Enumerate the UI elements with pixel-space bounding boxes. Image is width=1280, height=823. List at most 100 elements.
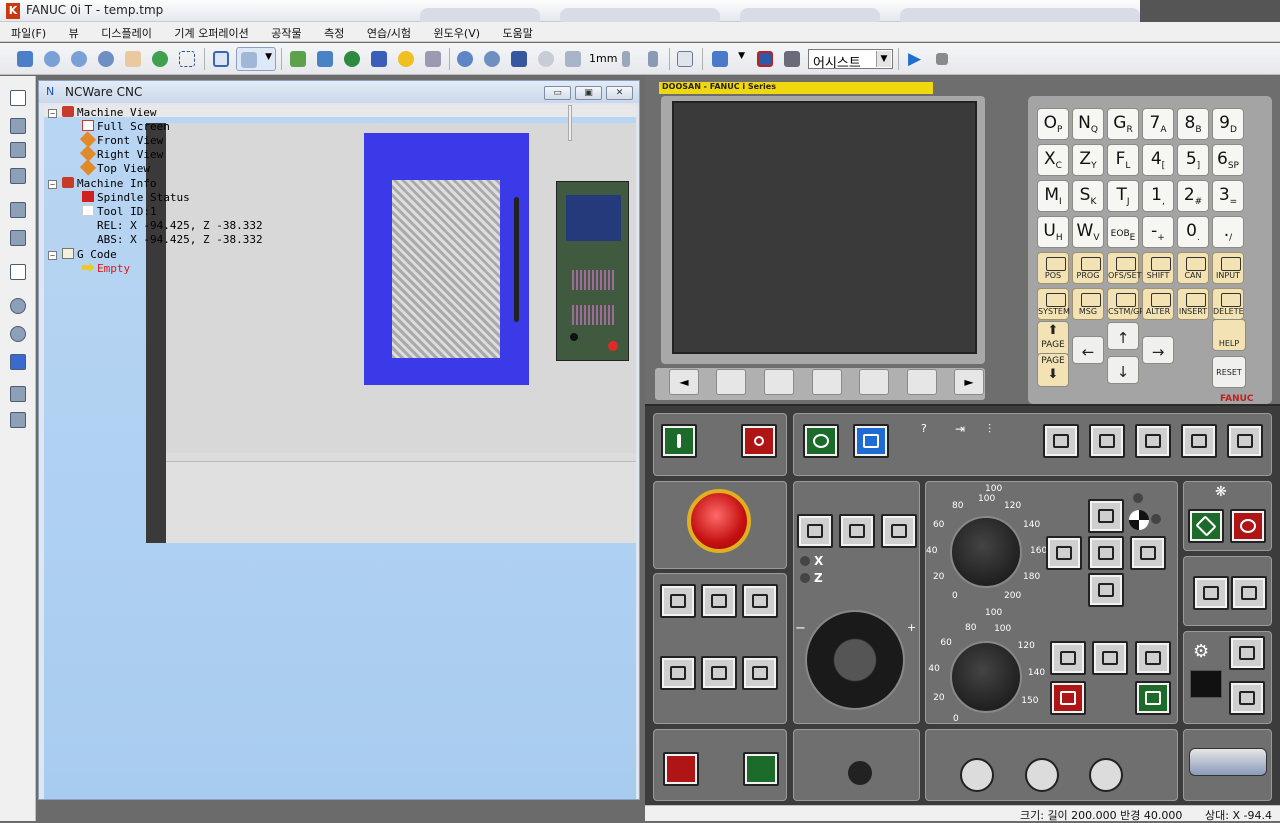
ref-return-button[interactable] [1227, 424, 1263, 458]
cut-icon[interactable] [8, 410, 28, 430]
key-1[interactable]: OP [1037, 108, 1069, 140]
key-19[interactable]: UH [1037, 216, 1069, 248]
cycle-start-button[interactable] [1188, 509, 1224, 543]
func-key-9[interactable]: CSTM/GR [1107, 288, 1145, 320]
jog-minus-z-button[interactable] [1046, 536, 1082, 570]
jog-minus-x-button[interactable] [1088, 573, 1124, 607]
tree-item-right-view[interactable]: Right View [79, 145, 163, 162]
func-key-6[interactable]: INPUT [1212, 252, 1244, 284]
key-23[interactable]: 0. [1177, 216, 1209, 248]
close-button[interactable]: ✕ [606, 86, 633, 100]
key-4[interactable]: 7A [1142, 108, 1174, 140]
manual-pulse-handwheel[interactable] [805, 610, 905, 710]
key-16[interactable]: 1, [1142, 180, 1174, 212]
key-15[interactable]: TJ [1107, 180, 1139, 212]
selector-knob-1[interactable] [960, 758, 994, 792]
tree-item-front-view[interactable]: Front View [79, 131, 163, 148]
aux-button-4[interactable] [660, 656, 696, 690]
collapse-toggle[interactable]: − [48, 109, 57, 118]
panel-icon[interactable] [8, 352, 28, 372]
func-key-3[interactable]: OFS/SET [1107, 252, 1142, 284]
softkey-5[interactable] [907, 369, 937, 395]
func-key-2[interactable]: PROG [1072, 252, 1104, 284]
cylinder-cut-icon[interactable] [480, 47, 504, 71]
key-10[interactable]: 4[ [1142, 144, 1174, 176]
spindle-increase-button[interactable] [1135, 681, 1171, 715]
func-key-7[interactable]: SYSTEM [1037, 288, 1070, 320]
door-handle[interactable] [514, 197, 519, 322]
key-13[interactable]: MI [1037, 180, 1069, 212]
jog-plus-x-button[interactable] [1088, 499, 1124, 533]
feed-override-dial[interactable] [950, 516, 1022, 588]
collapse-toggle[interactable]: − [48, 180, 57, 189]
menu-measure[interactable]: 측정 [313, 22, 352, 41]
snap-1mm-button[interactable]: 1mm [586, 47, 617, 71]
view-front-icon[interactable] [8, 140, 28, 160]
func-key-10[interactable]: ALTER [1142, 288, 1174, 320]
window-controls[interactable] [1140, 0, 1280, 22]
cursor-left-button[interactable]: ← [1072, 336, 1104, 364]
menu-file[interactable]: 파일(F) [0, 22, 54, 41]
softkey-right[interactable]: ► [954, 369, 984, 395]
menu-machine-operation[interactable]: 기계 오퍼레이션 [163, 22, 256, 41]
zoom-fit-icon[interactable] [94, 47, 118, 71]
misc-button-2[interactable] [1231, 576, 1267, 610]
tree-item-g-code[interactable]: G Code [62, 248, 117, 262]
aux-button-1[interactable] [660, 584, 696, 618]
softkey-4[interactable] [859, 369, 889, 395]
cursor-down-button[interactable]: ↓ [1107, 356, 1139, 384]
power-off-button[interactable] [741, 424, 777, 458]
edit-mode-button[interactable] [1043, 424, 1079, 458]
softkey-1[interactable] [716, 369, 746, 395]
key-24[interactable]: ./ [1212, 216, 1244, 248]
cursor-right-button[interactable]: → [1142, 336, 1174, 364]
single-block-icon[interactable]: ⇥ [955, 422, 977, 440]
rapid-override-dial[interactable] [950, 641, 1022, 713]
tool-path-icon[interactable] [8, 384, 28, 404]
emergency-stop-button[interactable] [687, 489, 751, 553]
key-7[interactable]: XC [1037, 144, 1069, 176]
maximize-button[interactable]: ▣ [575, 86, 602, 100]
tool-select-dropdown[interactable]: ▼ [236, 47, 276, 71]
record-icon[interactable] [753, 47, 777, 71]
key-9[interactable]: FL [1107, 144, 1139, 176]
memory-mode-button[interactable] [1089, 424, 1125, 458]
rapid-button[interactable] [1088, 536, 1124, 570]
tool-change-button[interactable] [1229, 681, 1265, 715]
cylinder-icon[interactable] [453, 47, 477, 71]
key-21[interactable]: EOBE [1107, 216, 1139, 248]
door-close-button[interactable] [663, 752, 699, 786]
tool-index-button[interactable] [1229, 636, 1265, 670]
spindle-cw-button[interactable] [1135, 641, 1171, 675]
menu-display[interactable]: 디스플레이 [90, 22, 160, 41]
cloud-icon[interactable] [534, 47, 558, 71]
mdi-mode-button[interactable] [1135, 424, 1171, 458]
help-button[interactable]: HELP [1212, 319, 1246, 351]
key-3[interactable]: GR [1107, 108, 1139, 140]
key-5[interactable]: 8B [1177, 108, 1209, 140]
jog-plus-z-button[interactable] [1130, 536, 1166, 570]
zoom-window-icon[interactable] [8, 262, 28, 282]
door-open-button[interactable] [743, 752, 779, 786]
pan-hand-icon[interactable] [121, 47, 145, 71]
menu-view[interactable]: 뷰 [58, 22, 87, 41]
document-icon[interactable] [673, 47, 697, 71]
help-question-icon[interactable]: ? [921, 422, 943, 440]
view-section-icon[interactable] [8, 228, 28, 248]
key-2[interactable]: NQ [1072, 108, 1104, 140]
view-iso-icon[interactable] [8, 116, 28, 136]
rotate-icon[interactable] [148, 47, 172, 71]
wireframe-icon[interactable] [8, 324, 28, 344]
key-20[interactable]: WV [1072, 216, 1104, 248]
selector-knob-3[interactable] [1089, 758, 1123, 792]
feed-x1-button[interactable] [797, 514, 833, 548]
wireless-icon[interactable] [340, 47, 364, 71]
spindle-stop-button[interactable] [1092, 641, 1128, 675]
tree-item-machine-info[interactable]: Machine Info [62, 177, 156, 191]
softkey-2[interactable] [764, 369, 794, 395]
cursor-up-button[interactable]: ↑ [1107, 322, 1139, 350]
block-icon[interactable] [507, 47, 531, 71]
key-22[interactable]: -+ [1142, 216, 1174, 248]
key-8[interactable]: ZY [1072, 144, 1104, 176]
collapse-toggle[interactable]: − [48, 251, 57, 260]
